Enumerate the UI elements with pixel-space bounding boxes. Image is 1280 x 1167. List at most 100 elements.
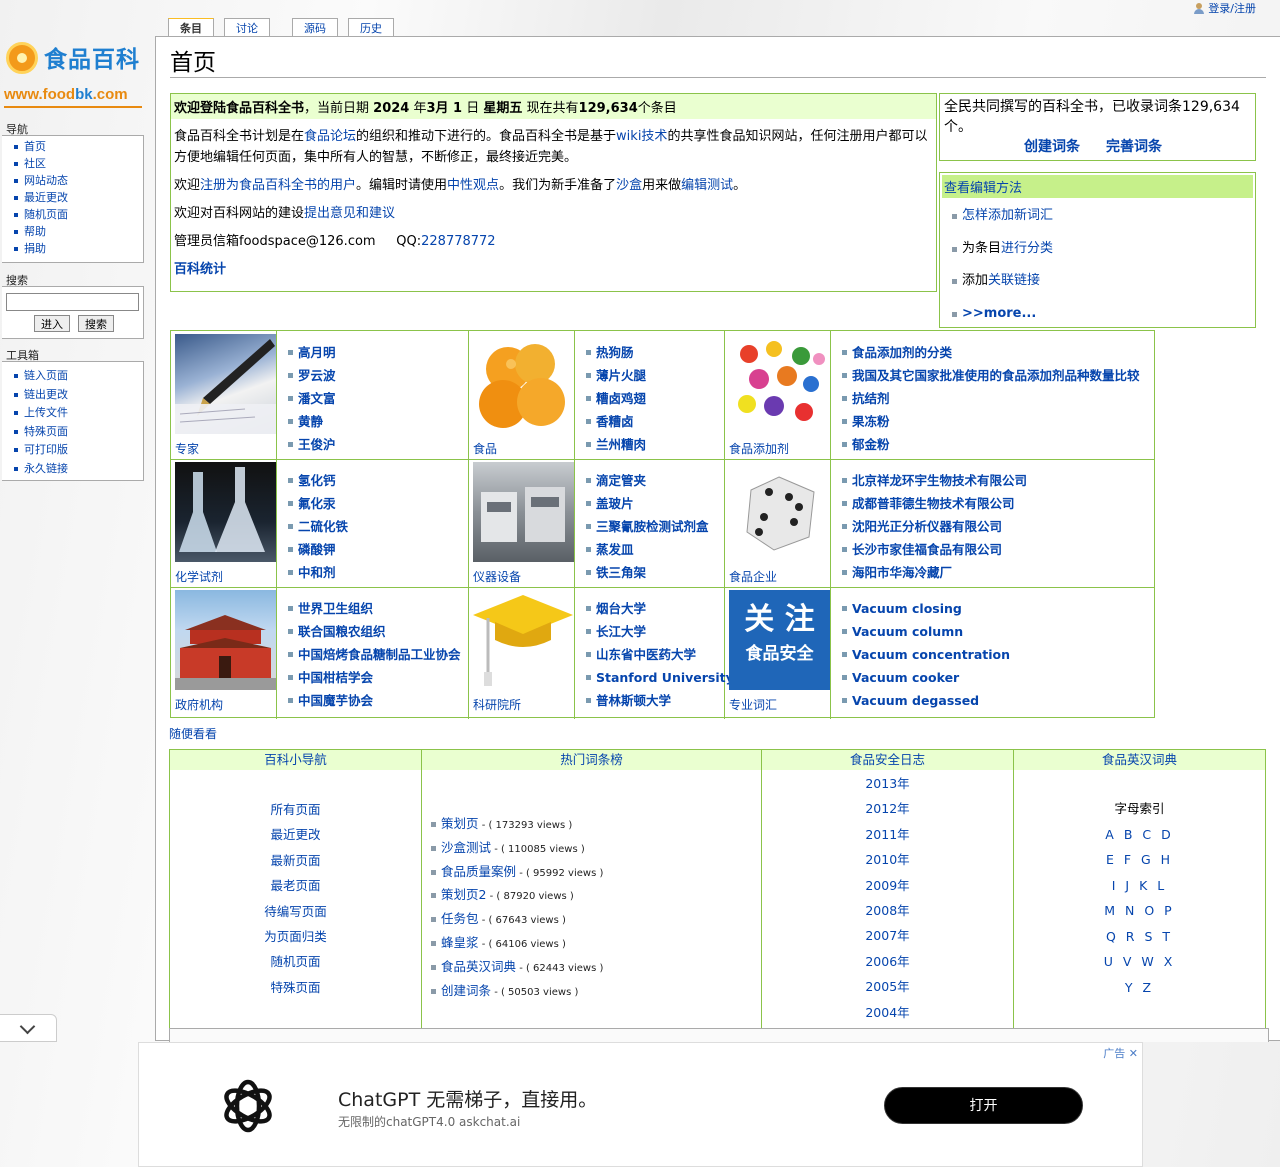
nav-item-random[interactable]: 随机页面 (14, 206, 143, 223)
year-link[interactable]: 2010年 (762, 847, 1013, 872)
year-link[interactable]: 2008年 (762, 898, 1013, 923)
create-entry-link[interactable]: 创建词条 (1024, 137, 1080, 157)
search-input[interactable] (6, 293, 139, 311)
forum-link[interactable]: 食品论坛 (304, 129, 356, 144)
nav-item-donate[interactable]: 捐助 (14, 240, 143, 257)
list-item[interactable]: 我国及其它国家批准使用的食品添加剂品种数量比较 (842, 364, 1140, 387)
list-item[interactable]: Vacuum column (842, 620, 1010, 643)
nav-item-recent[interactable]: 最近更改 (14, 189, 143, 206)
npov-link[interactable]: 中性观点 (447, 178, 499, 193)
list-item[interactable]: 氟化汞 (288, 492, 348, 515)
letter-group[interactable]: E F G H (1014, 847, 1265, 873)
list-item[interactable]: 蒸发皿 (586, 538, 709, 561)
list-item[interactable]: Stanford University (586, 666, 734, 689)
tab-history[interactable]: 历史 (348, 18, 394, 36)
mini-nav-item[interactable]: 最新页面 (170, 848, 421, 873)
list-item[interactable]: 铁三角架 (586, 561, 709, 584)
category-caption[interactable]: 专业词汇 (729, 696, 777, 713)
candies-image[interactable] (729, 334, 830, 434)
list-item[interactable]: 联合国粮农组织 (288, 620, 461, 643)
mini-nav-item[interactable]: 为页面归类 (170, 924, 421, 949)
hot-entry[interactable]: 创建词条 - ( 50503 views ) (422, 980, 761, 1004)
mini-nav-item[interactable]: 最老页面 (170, 873, 421, 898)
edit-test-link[interactable]: 编辑测试 (681, 178, 733, 193)
stats-link[interactable]: 百科统计 (171, 259, 936, 280)
list-item[interactable]: 普林斯顿大学 (586, 689, 734, 712)
list-item[interactable]: 薄片火腿 (586, 364, 646, 387)
tool-upload[interactable]: 上传文件 (14, 404, 143, 423)
category-caption[interactable]: 食品 (473, 440, 497, 457)
search-button[interactable]: 搜索 (78, 315, 114, 332)
qq-link[interactable]: 228778772 (421, 234, 495, 249)
year-link[interactable]: 2006年 (762, 949, 1013, 974)
collapse-button[interactable] (0, 1014, 57, 1042)
random-browse-link[interactable]: 随便看看 (169, 725, 217, 742)
list-item[interactable]: 沈阳光正分析仪器有限公司 (842, 515, 1027, 538)
nav-item-home[interactable]: 首页 (14, 138, 143, 155)
list-item[interactable]: 中国柑桔学会 (288, 666, 461, 689)
flasks-image[interactable] (175, 462, 276, 562)
ad-tag[interactable]: 广告 ✕ (1103, 1045, 1138, 1061)
tool-printable[interactable]: 可打印版 (14, 441, 143, 460)
list-item[interactable]: 食品添加剂的分类 (842, 341, 1140, 364)
ad-banner[interactable]: 广告 ✕ ChatGPT 无需梯子，直接用。 无限制的chatGPT4.0 as… (138, 1042, 1143, 1167)
mini-nav-item[interactable]: 待编写页面 (170, 899, 421, 924)
list-item[interactable]: 氢化钙 (288, 469, 348, 492)
sandbox-link[interactable]: 沙盒 (616, 178, 642, 193)
list-item[interactable]: 王俊沪 (288, 433, 336, 456)
search-go-button[interactable]: 进入 (34, 315, 70, 332)
edit-help-title[interactable]: 查看编辑方法 (942, 175, 1253, 198)
letter-group[interactable]: Q R S T (1014, 924, 1265, 950)
nav-item-news[interactable]: 网站动态 (14, 172, 143, 189)
year-link[interactable]: 2004年 (762, 1000, 1013, 1025)
list-item[interactable]: Vacuum closing (842, 597, 1010, 620)
letter-group[interactable]: I J K L (1014, 873, 1265, 899)
list-item[interactable]: 长沙市家佳福食品有限公司 (842, 538, 1027, 561)
hot-entry[interactable]: 食品质量案例 - ( 95992 views ) (422, 861, 761, 885)
category-caption[interactable]: 专家 (175, 440, 199, 457)
list-item[interactable]: 中国焙烤食品糖制品工业协会 (288, 643, 461, 666)
wiki-link[interactable]: wiki技术 (616, 129, 667, 144)
category-caption[interactable]: 政府机构 (175, 696, 223, 713)
list-item[interactable]: 山东省中医药大学 (586, 643, 734, 666)
category-caption[interactable]: 科研院所 (473, 696, 521, 713)
letter-group[interactable]: U V W X (1014, 949, 1265, 975)
tool-related-changes[interactable]: 链出更改 (14, 386, 143, 405)
list-item[interactable]: 滴定管夹 (586, 469, 709, 492)
hot-entry[interactable]: 任务包 - ( 67643 views ) (422, 908, 761, 932)
list-item[interactable]: 世界卫生组织 (288, 597, 461, 620)
list-item[interactable]: 烟台大学 (586, 597, 734, 620)
tab-article[interactable]: 条目 (168, 18, 214, 36)
improve-entry-link[interactable]: 完善词条 (1106, 137, 1162, 157)
hot-entry[interactable]: 食品英汉词典 - ( 62443 views ) (422, 956, 761, 980)
list-item[interactable]: 果冻粉 (842, 410, 1140, 433)
nav-item-community[interactable]: 社区 (14, 155, 143, 172)
list-item[interactable]: 兰州糟肉 (586, 433, 646, 456)
list-item[interactable]: 黄静 (288, 410, 336, 433)
category-caption[interactable]: 食品添加剂 (729, 440, 789, 457)
list-item[interactable]: 抗结剂 (842, 387, 1140, 410)
tab-discussion[interactable]: 讨论 (224, 18, 270, 36)
mini-nav-item[interactable]: 所有页面 (170, 797, 421, 822)
hot-entry[interactable]: 策划页2 - ( 87920 views ) (422, 884, 761, 908)
machines-image[interactable] (473, 462, 574, 562)
list-item[interactable]: 潘文富 (288, 387, 336, 410)
help-more[interactable]: >>more... (940, 298, 1255, 331)
tool-whatlinkshere[interactable]: 链入页面 (14, 367, 143, 386)
open-button[interactable]: 打开 (884, 1087, 1083, 1124)
oranges-image[interactable] (473, 334, 574, 434)
list-item[interactable]: 中国魔芋协会 (288, 689, 461, 712)
dice-image[interactable] (729, 462, 830, 562)
year-link[interactable]: 2011年 (762, 822, 1013, 847)
hot-entry[interactable]: 沙盒测试 - ( 110085 views ) (422, 837, 761, 861)
year-link[interactable]: 2005年 (762, 974, 1013, 999)
hot-entry[interactable]: 蜂皇浆 - ( 64106 views ) (422, 932, 761, 956)
list-item[interactable]: 香糟卤 (586, 410, 646, 433)
graduation-cap-image[interactable] (473, 590, 574, 690)
login-link[interactable]: 登录/注册 (1208, 0, 1256, 16)
category-caption[interactable]: 仪器设备 (473, 568, 521, 585)
tool-special-pages[interactable]: 特殊页面 (14, 423, 143, 442)
mini-nav-item[interactable]: 随机页面 (170, 949, 421, 974)
category-caption[interactable]: 化学试剂 (175, 568, 223, 585)
year-link[interactable]: 2009年 (762, 873, 1013, 898)
